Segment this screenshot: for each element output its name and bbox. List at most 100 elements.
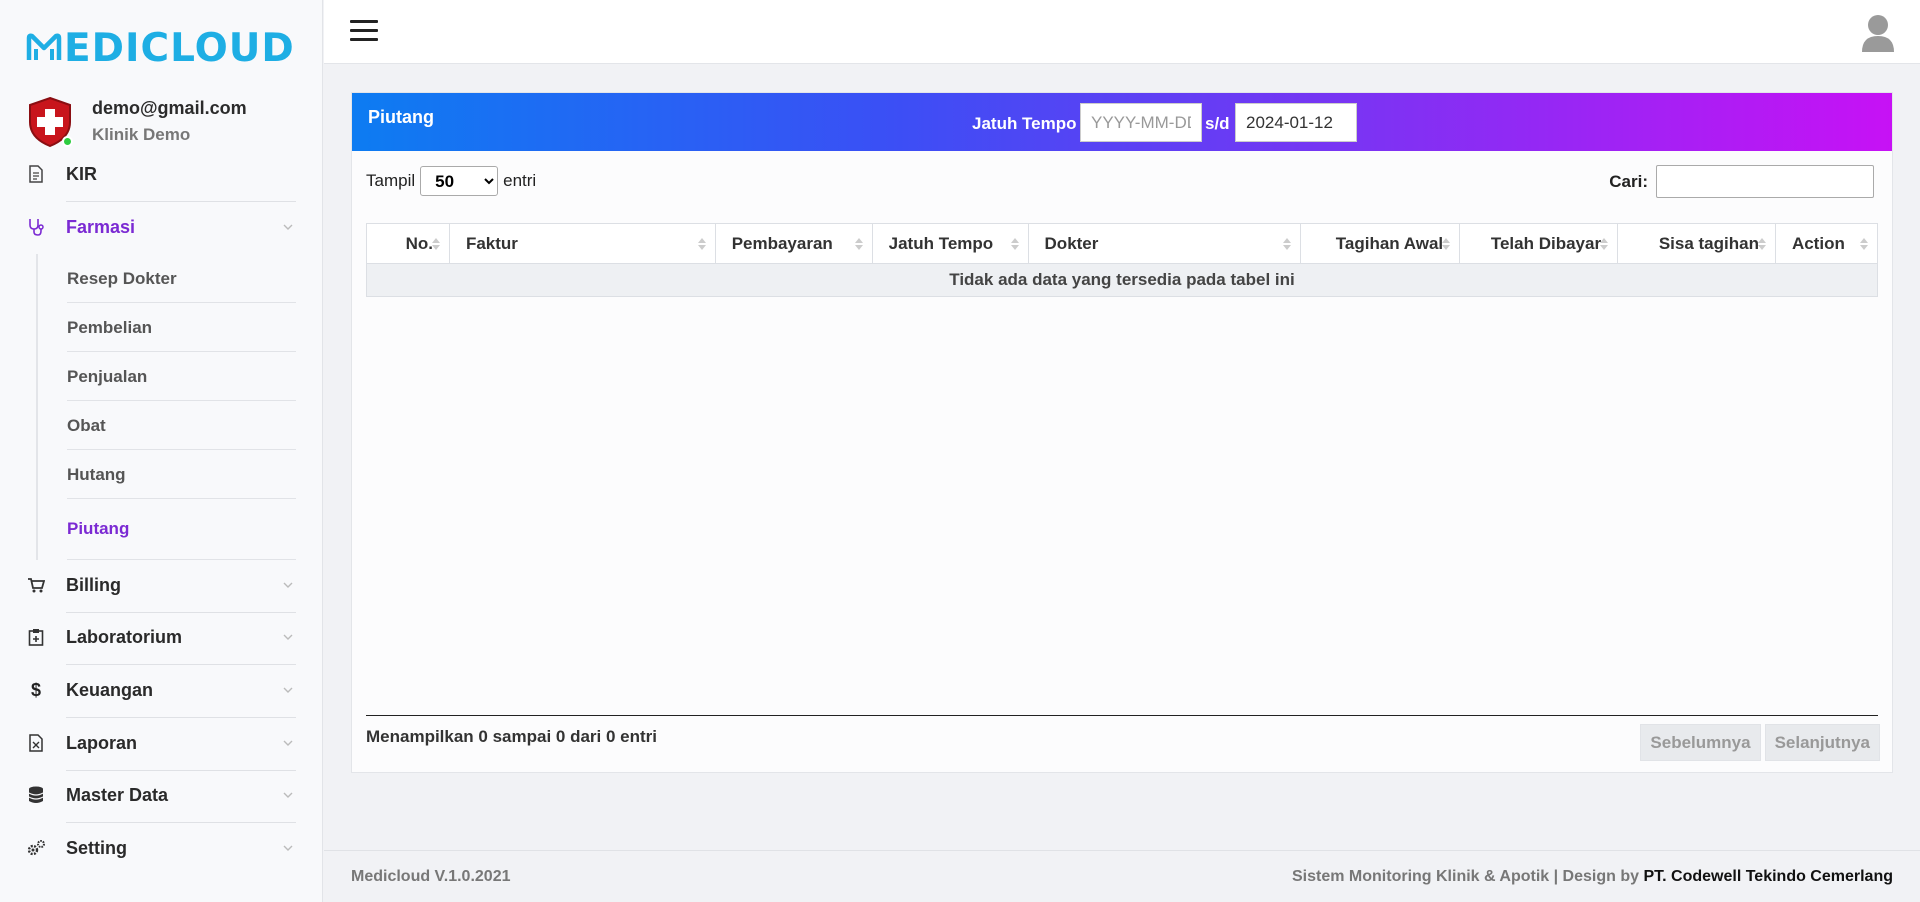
chevron-down-icon (283, 634, 293, 640)
user-panel: demo@gmail.com Klinik Demo (26, 96, 296, 150)
footer-credit: Sistem Monitoring Klinik & Apotik | Desi… (1292, 868, 1893, 886)
table-header-row: No. Faktur Pembayaran Jatuh Tempo Dokter… (366, 223, 1879, 264)
submenu-rail (36, 254, 38, 560)
due-date-label: Jatuh Tempo (972, 114, 1077, 133)
sort-icon (1442, 238, 1451, 250)
sort-icon (1757, 238, 1766, 250)
piutang-table: No. Faktur Pembayaran Jatuh Tempo Dokter… (366, 223, 1879, 297)
topbar (324, 0, 1920, 64)
search-input[interactable] (1656, 165, 1874, 198)
col-header-label: Jatuh Tempo (888, 233, 994, 253)
sort-icon (1600, 238, 1609, 250)
empty-table-message: Tidak ada data yang tersedia pada tabel … (366, 263, 1878, 297)
sidebar-item-setting[interactable]: Setting (26, 822, 296, 874)
page-length-control: Tampil 50 entri (366, 166, 536, 196)
sidebar-item-label: Keuangan (66, 679, 154, 700)
col-header-label: Faktur (465, 233, 518, 253)
sidebar-item-kir[interactable]: KIR (26, 148, 296, 200)
sidebar-item-label: Master Data (66, 784, 169, 805)
company-link[interactable]: PT. Codewell Tekindo Cemerlang (1643, 868, 1893, 885)
sidebar-item-farmasi[interactable]: Farmasi (26, 201, 296, 253)
card-header: Piutang Jatuh Tempo s/d (352, 93, 1892, 151)
next-page-button[interactable]: Selanjutnya (1764, 724, 1880, 761)
footer-credit-text: Sistem Monitoring Klinik & Apotik | Desi… (1292, 868, 1644, 885)
chevron-down-icon (283, 687, 293, 693)
col-header-label: Sisa tagihan (1658, 233, 1759, 253)
due-date-to-input[interactable] (1235, 103, 1357, 142)
col-header-sisa-tagihan[interactable]: Sisa tagihan (1617, 223, 1776, 264)
piutang-card: Piutang Jatuh Tempo s/d Tampil 50 entri … (351, 92, 1893, 773)
table-info: Menampilkan 0 sampai 0 dari 0 entri (366, 727, 658, 746)
sort-icon (854, 238, 863, 250)
cart-icon (26, 575, 46, 595)
sidebar-item-label: Laporan (66, 732, 138, 753)
show-prefix-label: Tampil (366, 171, 416, 190)
chevron-down-icon (283, 224, 293, 230)
date-range-separator: s/d (1205, 114, 1230, 133)
submenu-item-pembelian[interactable]: Pembelian (67, 304, 296, 352)
chevron-down-icon (283, 845, 293, 851)
col-header-action[interactable]: Action (1774, 223, 1879, 264)
document-icon (26, 164, 46, 184)
sort-icon (697, 238, 706, 250)
submenu-item-piutang[interactable]: Piutang (67, 499, 296, 560)
search-control: Cari: (1609, 165, 1874, 198)
clipboard-icon (26, 627, 46, 647)
sort-icon (1283, 238, 1292, 250)
gears-icon (26, 838, 46, 858)
menu-toggle-icon[interactable] (350, 20, 378, 42)
sidebar-item-label: Setting (66, 837, 127, 858)
logo-m-icon (26, 33, 62, 60)
col-header-label: Action (1791, 233, 1845, 253)
card-title: Piutang (368, 107, 434, 127)
sort-icon (1860, 238, 1868, 250)
user-clinic: Klinik Demo (92, 125, 191, 144)
table-row: Tidak ada data yang tersedia pada tabel … (366, 263, 1878, 297)
col-header-label: No. (405, 233, 433, 253)
dollar-icon: $ (30, 679, 41, 700)
col-header-telah-dibayar[interactable]: Telah Dibayar (1459, 223, 1619, 264)
submenu-item-penjualan[interactable]: Penjualan (67, 353, 296, 401)
sort-icon (431, 238, 440, 250)
sidebar-item-master-data[interactable]: Master Data (26, 769, 296, 821)
report-file-icon (26, 733, 46, 753)
sidebar-item-laporan[interactable]: Laporan (26, 717, 296, 769)
due-date-from-input[interactable] (1080, 103, 1202, 142)
col-header-jatuh-tempo[interactable]: Jatuh Tempo (871, 223, 1029, 264)
col-header-no[interactable]: No. (366, 223, 450, 264)
sidebar-item-label: Laboratorium (66, 626, 183, 647)
sort-icon (1010, 238, 1019, 250)
footer: Medicloud V.1.0.2021 Sistem Monitoring K… (324, 850, 1920, 902)
sidebar-item-label: Billing (66, 574, 121, 595)
online-status-dot (62, 136, 73, 147)
medicloud-logo[interactable]: EDICLOUD (26, 25, 295, 71)
col-header-pembayaran[interactable]: Pembayaran (714, 223, 873, 264)
search-label: Cari: (1609, 171, 1648, 191)
col-header-label: Tagihan Awal (1335, 233, 1444, 253)
submenu-item-obat[interactable]: Obat (67, 402, 296, 450)
app-version: Medicloud V.1.0.2021 (351, 868, 511, 885)
submenu-item-hutang[interactable]: Hutang (67, 451, 296, 499)
sidebar-item-billing[interactable]: Billing (26, 559, 296, 611)
sidebar-item-label: KIR (66, 163, 97, 184)
submenu-item-resep-dokter[interactable]: Resep Dokter (67, 255, 296, 303)
col-header-label: Telah Dibayar (1490, 233, 1602, 253)
col-header-label: Pembayaran (731, 233, 833, 253)
col-header-label: Dokter (1044, 233, 1099, 253)
previous-page-button[interactable]: Sebelumnya (1640, 724, 1761, 761)
chevron-down-icon (283, 792, 293, 798)
chevron-down-icon (283, 740, 293, 746)
col-header-dokter[interactable]: Dokter (1027, 223, 1302, 264)
sidebar-item-laboratorium[interactable]: Laboratorium (26, 611, 296, 663)
user-email: demo@gmail.com (92, 98, 247, 118)
sidebar-item-keuangan[interactable]: $ Keuangan (26, 664, 296, 716)
col-header-tagihan-awal[interactable]: Tagihan Awal (1300, 223, 1461, 264)
user-profile-icon[interactable] (1860, 12, 1896, 52)
pagination: Sebelumnya Selanjutnya (1636, 724, 1880, 761)
logo-text: EDICLOUD (64, 25, 295, 71)
page-length-select[interactable]: 50 (420, 166, 499, 196)
sidebar-item-label: Farmasi (66, 216, 136, 237)
chevron-down-icon (283, 582, 293, 588)
table-bottom-border (366, 715, 1878, 716)
col-header-faktur[interactable]: Faktur (448, 223, 716, 264)
